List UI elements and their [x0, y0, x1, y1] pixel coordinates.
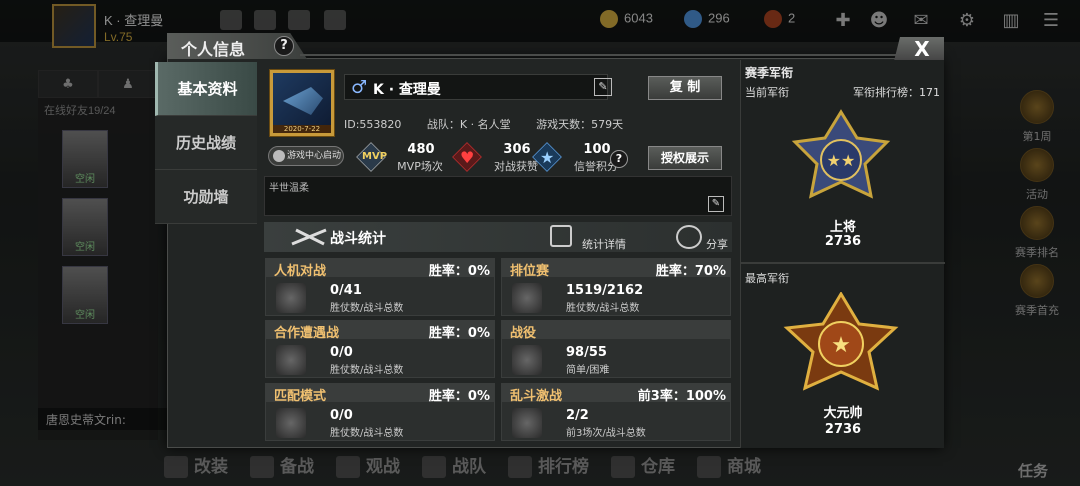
- stat-card-pve[interactable]: 人机对战 胜率：0% 0/41 胜仗数/战斗总数: [265, 258, 495, 316]
- game-scene: K · 查理曼 Lv.75 6043 296 2 ✚ ☻ ✉ ⚙ ▥ ☰ ♣ ♟…: [0, 0, 1080, 486]
- tab-history[interactable]: 历史战绩: [155, 116, 257, 170]
- player-name: K · 查理曼: [373, 82, 441, 98]
- current-rank-score: 2736: [824, 234, 862, 249]
- close-button[interactable]: X: [894, 37, 944, 61]
- copy-button[interactable]: 复 制: [648, 76, 722, 100]
- crossed-swords-icon: [512, 408, 542, 438]
- crossed-swords-icon: [276, 345, 306, 375]
- tab-basic-info[interactable]: 基本资料: [155, 62, 257, 116]
- battle-stats-header: 战斗统计 统计详情 分享: [264, 222, 732, 252]
- stats-detail-icon[interactable]: [550, 225, 572, 247]
- qq-icon: [273, 150, 285, 162]
- stat-card-coop[interactable]: 合作遭遇战 胜率：0% 0/0 胜仗数/战斗总数: [265, 320, 495, 378]
- play-days: 游戏天数：579天: [536, 118, 624, 131]
- rank-divider: [741, 262, 945, 264]
- player-avatar[interactable]: 2020-7-22: [270, 70, 334, 136]
- crossed-swords-icon: [276, 408, 306, 438]
- share-label[interactable]: 分享: [706, 236, 728, 252]
- mvp-label: MVP场次: [397, 160, 443, 173]
- signature-box: 半世温柔: [264, 176, 732, 216]
- jet-icon: [283, 87, 323, 115]
- stats-title: 战斗统计: [330, 231, 386, 247]
- highest-rank-name: 大元帅: [823, 406, 863, 421]
- player-team: 战队：K · 名人堂: [426, 118, 511, 131]
- general-medal-icon[interactable]: ★★: [781, 108, 901, 216]
- male-icon: ♂: [351, 77, 368, 98]
- svg-text:★: ★: [831, 333, 851, 358]
- highest-rank-label: 最高军衔: [745, 272, 789, 285]
- season-rank-title: 赛季军衔: [745, 66, 794, 80]
- stats-detail-label[interactable]: 统计详情: [582, 236, 626, 252]
- signature-text: 半世温柔: [269, 183, 309, 194]
- mvp-value: 480: [407, 142, 435, 157]
- rifle-icon: [291, 228, 327, 246]
- crossed-swords-icon: [512, 345, 542, 375]
- name-box: ♂ K · 查理曼: [344, 74, 608, 100]
- title-divider: [300, 54, 900, 56]
- help-icon[interactable]: ?: [274, 36, 294, 56]
- rank-leaderboard-place: 军衔排行榜：171: [853, 86, 940, 99]
- stat-card-match[interactable]: 匹配模式 胜率：0% 0/0 胜仗数/战斗总数: [265, 383, 495, 441]
- share-icon[interactable]: [676, 225, 702, 249]
- tab-honor-wall[interactable]: 功勋墙: [155, 170, 257, 224]
- side-tabs: 基本资料 历史战绩 功勋墙: [155, 62, 257, 224]
- stat-card-brawl[interactable]: 乱斗激战 前3率：100% 2/2 前3场次/战斗总数: [501, 383, 731, 441]
- stat-card-ranked[interactable]: 排位赛 胜率：70% 1519/2162 胜仗数/战斗总数: [501, 258, 731, 316]
- edit-name-icon[interactable]: ✎: [594, 78, 612, 96]
- avatar-date: 2020-7-22: [273, 125, 331, 133]
- current-rank-name: 上将: [829, 220, 856, 235]
- credit-help-icon[interactable]: ?: [610, 150, 628, 168]
- crossed-swords-icon: [512, 283, 542, 313]
- edit-signature-icon[interactable]: ✎: [708, 196, 724, 212]
- svg-text:★★: ★★: [827, 151, 856, 170]
- auth-display-button[interactable]: 授权展示: [648, 146, 722, 170]
- mvp-stat: MVP 480 MVP场次: [356, 142, 456, 173]
- highest-rank-score: 2736: [824, 422, 862, 437]
- crossed-swords-icon: [276, 283, 306, 313]
- rank-panel: 赛季军衔 当前军衔 军衔排行榜：171 ★★ 上将 2736 最高军衔 ★ 大元…: [740, 60, 945, 448]
- stat-card-campaign[interactable]: 战役 98/55 简单/困难: [501, 320, 731, 378]
- current-rank-label: 当前军衔: [745, 86, 789, 99]
- id-row: ID:553820 战队：K · 名人堂 游戏天数：579天: [344, 116, 724, 132]
- game-center-launch-button[interactable]: 游戏中心启动: [268, 146, 344, 166]
- marshal-medal-icon[interactable]: ★: [771, 292, 911, 402]
- player-id: ID:553820: [344, 118, 402, 131]
- panel-title: 个人信息: [181, 40, 246, 59]
